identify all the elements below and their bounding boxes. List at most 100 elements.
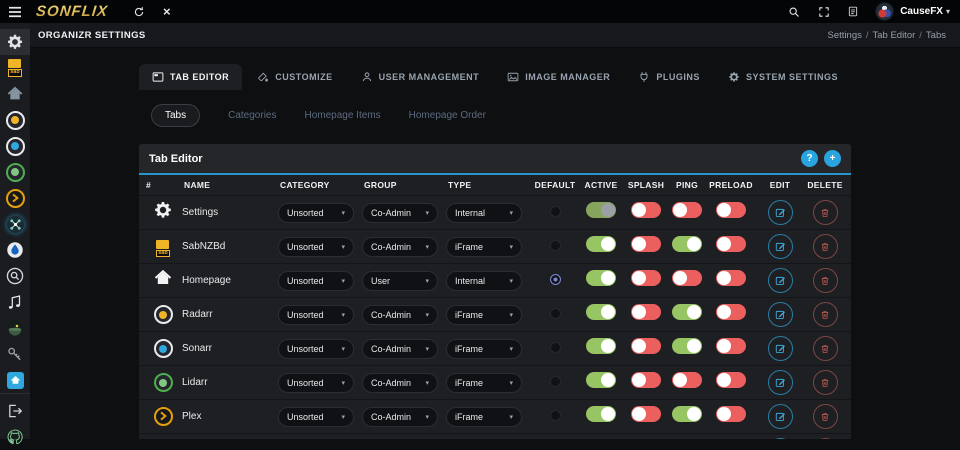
active-toggle[interactable]	[586, 406, 616, 422]
active-toggle[interactable]	[586, 338, 616, 354]
active-toggle[interactable]	[586, 372, 616, 388]
app-logo[interactable]: SONFLIX	[35, 3, 109, 20]
sidebar-item-network-nodes[interactable]	[0, 211, 30, 237]
tab-system-settings[interactable]: SYSTEM SETTINGS	[715, 64, 851, 90]
menu-icon[interactable]	[0, 6, 30, 18]
default-radio[interactable]	[549, 273, 561, 285]
category-select[interactable]: Unsorted ▾	[278, 236, 354, 257]
preload-toggle[interactable]	[716, 406, 746, 422]
ping-toggle[interactable]	[672, 304, 702, 320]
splash-toggle[interactable]	[631, 338, 661, 354]
note-icon[interactable]	[848, 6, 858, 17]
edit-button[interactable]	[767, 234, 793, 259]
default-radio[interactable]	[549, 409, 561, 421]
breadcrumb-link-settings[interactable]: Settings	[828, 30, 862, 41]
group-select[interactable]: Co-Admin ▾	[362, 406, 438, 427]
tab-customize[interactable]: CUSTOMIZE	[244, 64, 345, 90]
group-select[interactable]: Co-Admin ▾	[362, 236, 438, 257]
group-select[interactable]: User ▾	[362, 270, 438, 291]
active-toggle[interactable]	[586, 202, 616, 218]
category-select[interactable]: Unsorted ▾	[278, 304, 354, 325]
group-select[interactable]: Co-Admin ▾	[362, 304, 438, 325]
ping-toggle[interactable]	[672, 202, 702, 218]
sidebar-item-lidarr[interactable]	[0, 159, 30, 185]
add-tab-button[interactable]: +	[824, 150, 841, 167]
fullscreen-icon[interactable]	[818, 6, 830, 18]
subtab-homepage-items[interactable]: Homepage Items	[304, 110, 380, 121]
delete-button[interactable]	[812, 302, 838, 327]
subtab-categories[interactable]: Categories	[228, 110, 276, 121]
subtab-homepage-order[interactable]: Homepage Order	[409, 110, 486, 121]
edit-button[interactable]	[767, 370, 793, 395]
sidebar-item-plex[interactable]	[0, 185, 30, 211]
sidebar-item-key[interactable]	[0, 341, 30, 367]
sidebar-item-sonarr[interactable]	[0, 133, 30, 159]
delete-button[interactable]	[812, 370, 838, 395]
edit-button[interactable]	[767, 404, 793, 429]
tab-image-manager[interactable]: IMAGE MANAGER	[494, 64, 623, 90]
sidebar-item-gear[interactable]	[0, 29, 30, 55]
category-select[interactable]: Unsorted ▾	[278, 372, 354, 393]
sidebar-item-magnifier[interactable]	[0, 263, 30, 289]
active-toggle[interactable]	[586, 270, 616, 286]
sidebar-item-logout[interactable]	[0, 398, 30, 424]
breadcrumb-link-tab-editor[interactable]: Tab Editor	[873, 30, 916, 41]
ping-toggle[interactable]	[672, 270, 702, 286]
tab-user-management[interactable]: USER MANAGEMENT	[348, 64, 493, 90]
edit-button[interactable]	[767, 302, 793, 327]
delete-button[interactable]	[812, 336, 838, 361]
tab-tab-editor[interactable]: TAB EDITOR	[139, 64, 243, 90]
splash-toggle[interactable]	[631, 304, 661, 320]
sidebar-item-blue-house[interactable]	[0, 367, 30, 393]
sidebar-item-water-drop[interactable]	[0, 237, 30, 263]
type-select[interactable]: iFrame ▾	[446, 338, 522, 359]
ping-toggle[interactable]	[672, 236, 702, 252]
sidebar-item-radarr[interactable]	[0, 107, 30, 133]
type-select[interactable]: iFrame ▾	[446, 236, 522, 257]
category-select[interactable]: Unsorted ▾	[278, 202, 354, 223]
category-select[interactable]: Unsorted ▾	[278, 338, 354, 359]
sidebar-item-music-note[interactable]	[0, 289, 30, 315]
edit-button[interactable]	[767, 268, 793, 293]
preload-toggle[interactable]	[716, 236, 746, 252]
sidebar-item-house[interactable]	[0, 81, 30, 107]
default-radio[interactable]	[549, 307, 561, 319]
preload-toggle[interactable]	[716, 372, 746, 388]
subtab-tabs[interactable]: Tabs	[151, 104, 201, 127]
delete-button[interactable]	[812, 404, 838, 429]
active-toggle[interactable]	[586, 304, 616, 320]
type-select[interactable]: Internal ▾	[446, 202, 522, 223]
avatar[interactable]	[875, 2, 895, 21]
splash-toggle[interactable]	[631, 270, 661, 286]
ping-toggle[interactable]	[672, 338, 702, 354]
splash-toggle[interactable]	[631, 202, 661, 218]
default-radio[interactable]	[549, 341, 561, 353]
help-button[interactable]: ?	[801, 150, 818, 167]
close-icon[interactable]: ×	[163, 4, 171, 19]
default-radio[interactable]	[549, 205, 561, 217]
refresh-icon[interactable]	[133, 6, 145, 18]
breadcrumb-link-tabs[interactable]: Tabs	[926, 30, 946, 41]
active-toggle[interactable]	[586, 236, 616, 252]
search-icon[interactable]	[788, 6, 800, 18]
splash-toggle[interactable]	[631, 406, 661, 422]
splash-toggle[interactable]	[631, 236, 661, 252]
delete-button[interactable]	[812, 268, 838, 293]
category-select[interactable]: Unsorted ▾	[278, 406, 354, 427]
group-select[interactable]: Co-Admin ▾	[362, 372, 438, 393]
default-radio[interactable]	[549, 375, 561, 387]
type-select[interactable]: iFrame ▾	[446, 406, 522, 427]
tab-plugins[interactable]: PLUGINS	[625, 64, 713, 90]
preload-toggle[interactable]	[716, 338, 746, 354]
user-menu[interactable]: CauseFX ▾	[900, 6, 950, 17]
delete-button[interactable]	[812, 234, 838, 259]
preload-toggle[interactable]	[716, 304, 746, 320]
group-select[interactable]: Co-Admin ▾	[362, 338, 438, 359]
group-select[interactable]: Co-Admin ▾	[362, 202, 438, 223]
sidebar-item-github[interactable]	[0, 424, 30, 450]
edit-button[interactable]	[767, 336, 793, 361]
type-select[interactable]: iFrame ▾	[446, 304, 522, 325]
preload-toggle[interactable]	[716, 202, 746, 218]
delete-button[interactable]	[812, 200, 838, 225]
type-select[interactable]: iFrame ▾	[446, 372, 522, 393]
